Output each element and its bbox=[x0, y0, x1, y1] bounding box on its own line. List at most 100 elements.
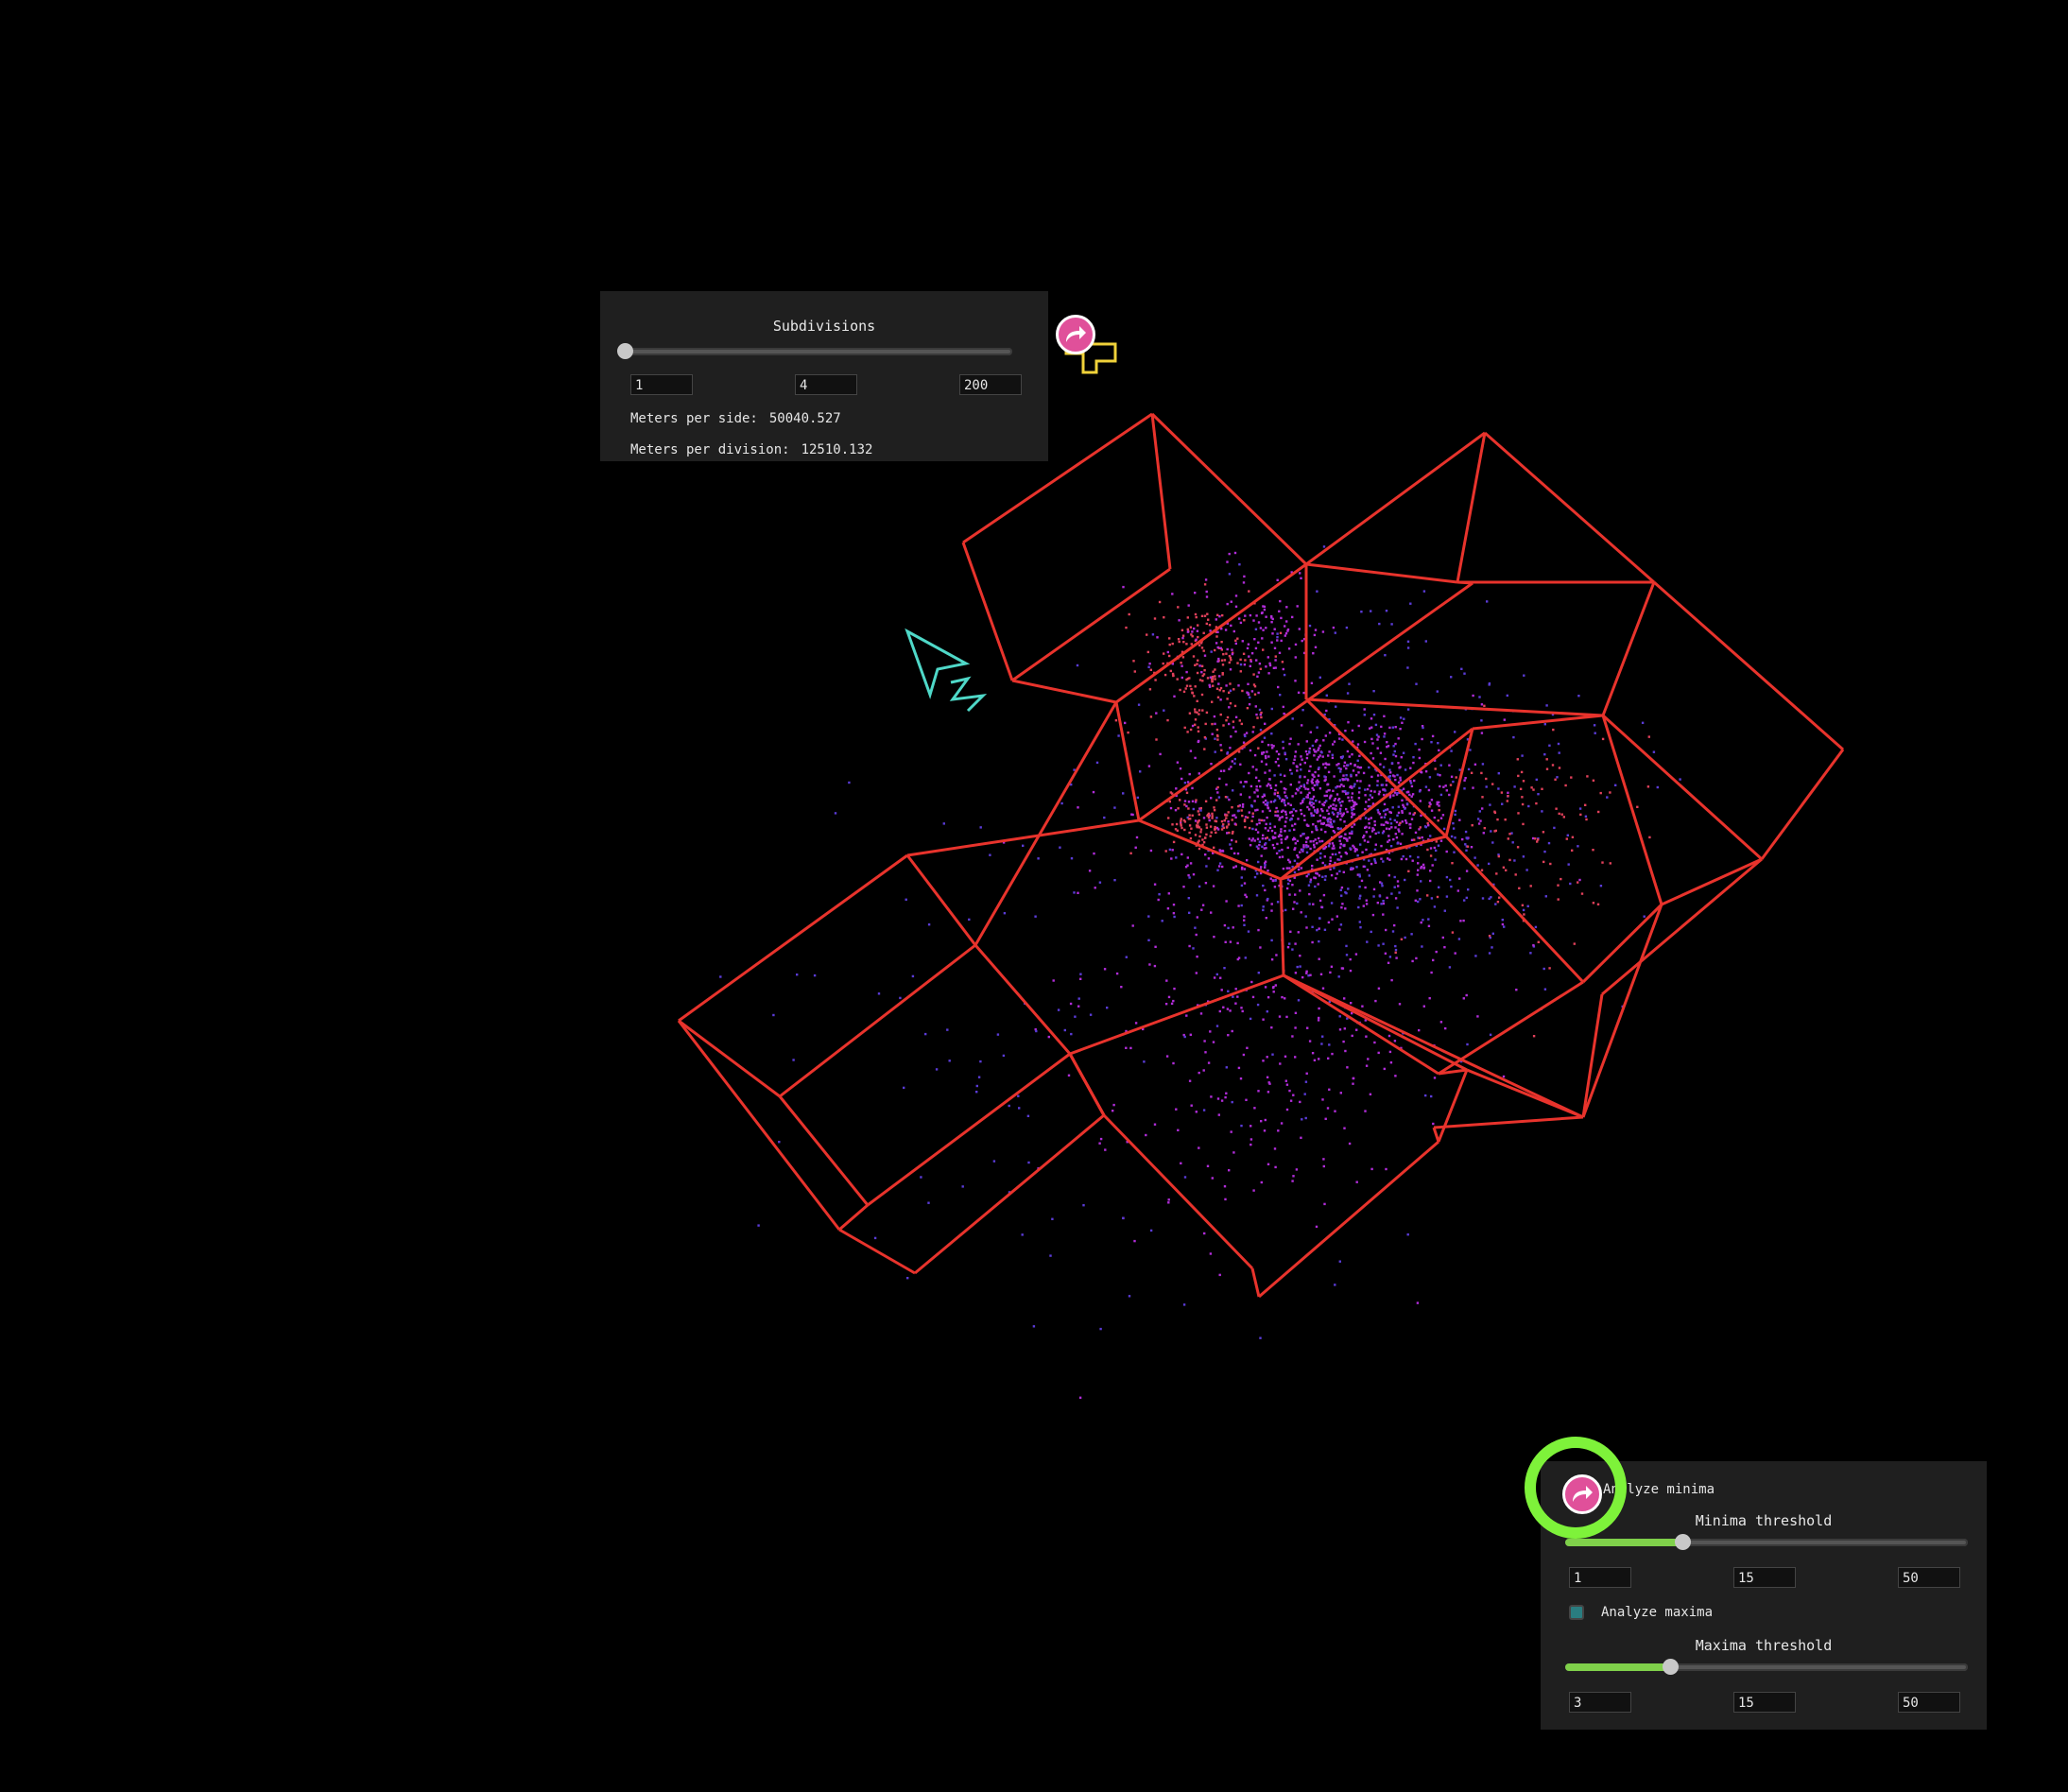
data-point bbox=[1243, 868, 1247, 870]
data-point bbox=[1329, 971, 1332, 974]
data-point bbox=[1345, 944, 1348, 948]
data-point bbox=[1424, 640, 1427, 643]
data-point bbox=[1537, 793, 1540, 796]
data-point bbox=[1267, 755, 1270, 758]
data-point bbox=[1450, 676, 1453, 679]
data-point bbox=[1114, 719, 1118, 722]
data-point bbox=[1410, 933, 1413, 936]
data-point bbox=[1478, 696, 1481, 698]
data-point bbox=[1345, 774, 1348, 777]
minima-slider-knob[interactable] bbox=[1674, 1534, 1691, 1550]
data-point bbox=[1274, 879, 1277, 882]
data-point bbox=[1597, 810, 1600, 814]
data-point bbox=[1436, 895, 1439, 899]
wireframe-edge bbox=[1283, 974, 1584, 1119]
data-point bbox=[1157, 898, 1160, 902]
redo-arrow-icon[interactable] bbox=[1056, 315, 1095, 354]
data-point bbox=[1596, 903, 1600, 905]
data-point bbox=[1234, 715, 1238, 718]
data-point bbox=[1433, 1077, 1437, 1079]
data-point bbox=[1228, 1169, 1231, 1172]
data-point bbox=[1175, 822, 1179, 826]
data-point bbox=[1418, 749, 1421, 751]
data-point bbox=[1280, 838, 1283, 841]
maxima-max-field[interactable]: 50 bbox=[1898, 1692, 1960, 1713]
data-point bbox=[1295, 809, 1298, 813]
data-point bbox=[1227, 1034, 1230, 1037]
data-point bbox=[1418, 836, 1422, 839]
data-point bbox=[1346, 810, 1349, 814]
data-point bbox=[1187, 897, 1190, 900]
data-point bbox=[1327, 770, 1331, 774]
data-point bbox=[1291, 838, 1295, 841]
data-point bbox=[1294, 842, 1297, 845]
minima-threshold-slider[interactable] bbox=[1565, 1534, 1968, 1550]
data-point bbox=[1433, 905, 1437, 908]
analyze-maxima-checkbox[interactable] bbox=[1569, 1605, 1584, 1620]
data-point bbox=[1231, 648, 1233, 651]
subdivisions-slider-knob[interactable] bbox=[617, 343, 633, 359]
data-point bbox=[1225, 826, 1229, 829]
visualization-stage[interactable]: Subdivisions 1 4 200 Meters per side: 500… bbox=[0, 0, 2068, 1792]
data-point bbox=[1378, 813, 1382, 816]
data-point bbox=[1213, 976, 1216, 979]
wireframe-edge bbox=[1432, 1127, 1440, 1143]
data-point bbox=[1359, 894, 1362, 897]
north-arrow-icon[interactable] bbox=[905, 628, 988, 713]
data-point bbox=[1334, 831, 1336, 834]
data-point bbox=[1232, 1151, 1235, 1154]
data-point bbox=[1225, 652, 1228, 655]
redo-arrow-icon[interactable] bbox=[1562, 1474, 1602, 1514]
data-point bbox=[1380, 882, 1384, 885]
data-point bbox=[1405, 802, 1409, 805]
data-point bbox=[1133, 1239, 1136, 1243]
data-point bbox=[1464, 830, 1468, 834]
data-point bbox=[1426, 821, 1429, 825]
data-point bbox=[1457, 938, 1461, 940]
data-point bbox=[1232, 814, 1236, 817]
minima-max-field[interactable]: 50 bbox=[1898, 1567, 1960, 1588]
maxima-slider-knob[interactable] bbox=[1662, 1659, 1679, 1675]
data-point bbox=[1358, 875, 1361, 878]
data-point bbox=[1263, 818, 1266, 822]
data-point bbox=[1027, 1161, 1030, 1164]
subdivisions-slider[interactable] bbox=[617, 343, 1012, 359]
data-point bbox=[1335, 877, 1337, 880]
data-point bbox=[1287, 647, 1291, 650]
data-point bbox=[1601, 737, 1605, 741]
data-point bbox=[1337, 827, 1340, 831]
data-point bbox=[1261, 810, 1265, 813]
data-point bbox=[1202, 817, 1206, 819]
data-point bbox=[1078, 1396, 1082, 1399]
data-point bbox=[1314, 810, 1317, 813]
subdivisions-min-field[interactable]: 1 bbox=[630, 374, 693, 395]
data-point bbox=[1388, 1050, 1392, 1054]
data-point bbox=[1348, 836, 1351, 839]
minima-min-field[interactable]: 1 bbox=[1569, 1567, 1631, 1588]
data-point bbox=[1213, 936, 1215, 939]
data-point bbox=[1216, 738, 1219, 741]
data-point bbox=[1474, 955, 1477, 957]
data-point bbox=[1351, 816, 1353, 818]
data-point bbox=[1437, 742, 1439, 745]
data-point bbox=[1249, 1138, 1253, 1141]
data-point bbox=[1227, 823, 1231, 826]
subdivisions-current-field[interactable]: 4 bbox=[795, 374, 857, 395]
data-point bbox=[1239, 763, 1242, 766]
data-point bbox=[1225, 817, 1228, 819]
maxima-current-field[interactable]: 15 bbox=[1733, 1692, 1796, 1713]
maxima-threshold-slider[interactable] bbox=[1565, 1659, 1968, 1675]
maxima-min-field[interactable]: 3 bbox=[1569, 1692, 1631, 1713]
data-point bbox=[1280, 828, 1283, 831]
data-point bbox=[1236, 809, 1240, 813]
analyze-maxima-row[interactable]: Analyze maxima bbox=[1569, 1605, 1713, 1620]
data-point bbox=[1265, 917, 1267, 920]
data-point bbox=[1284, 908, 1287, 912]
data-point bbox=[1285, 1083, 1289, 1086]
data-point bbox=[1387, 961, 1390, 964]
minima-current-field[interactable]: 15 bbox=[1733, 1567, 1796, 1588]
data-point bbox=[1326, 1107, 1330, 1110]
data-point bbox=[1377, 987, 1381, 990]
subdivisions-max-field[interactable]: 200 bbox=[959, 374, 1022, 395]
data-point bbox=[1196, 916, 1198, 919]
